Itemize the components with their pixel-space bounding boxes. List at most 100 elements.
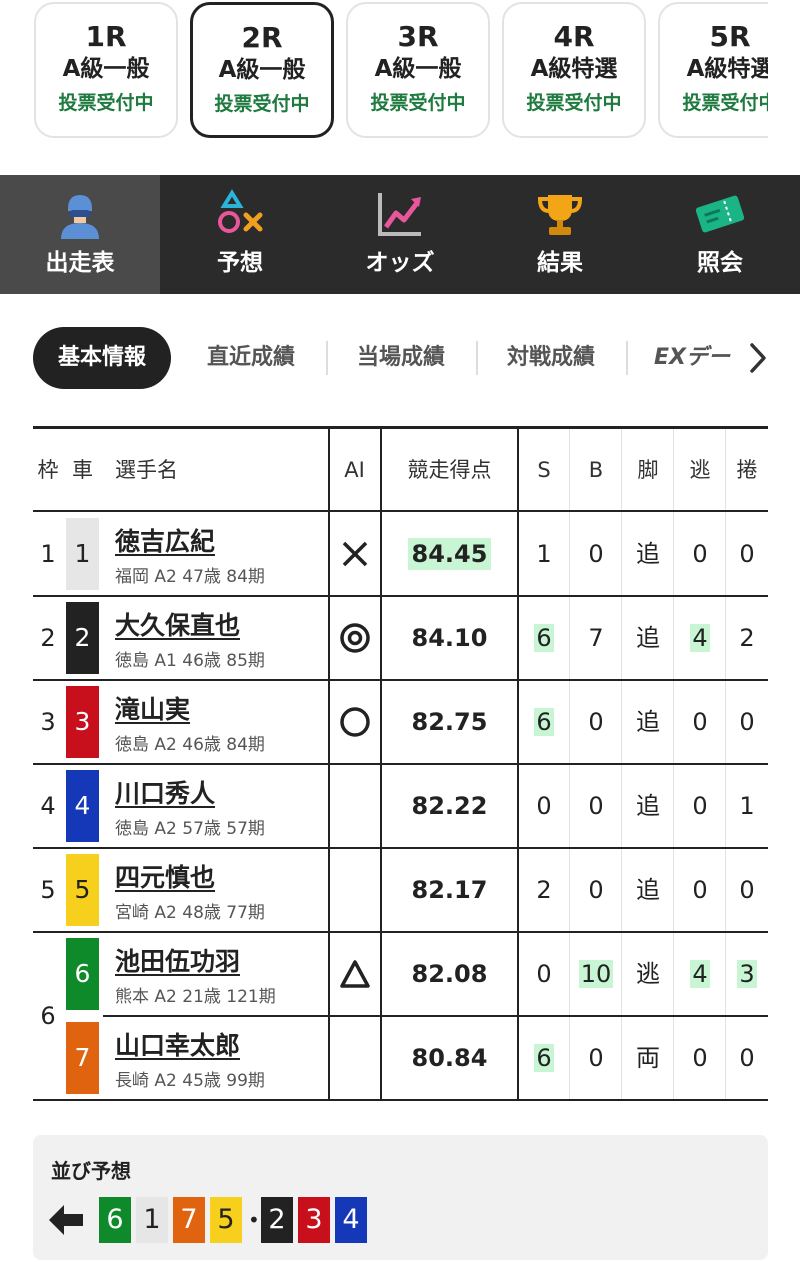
race-status: 投票受付中: [682, 92, 768, 114]
racer-info: 徳島 A2 46歳 84期: [115, 735, 265, 755]
race-grade: A級特選: [530, 56, 618, 82]
stat-nige-value: 0: [692, 792, 708, 820]
leg-type: 逃: [622, 932, 674, 1016]
stat-makuri-value: 2: [739, 624, 755, 652]
header-makuri: 捲: [736, 458, 758, 482]
leg-type: 両: [622, 1016, 674, 1100]
header-car: 車: [72, 458, 93, 482]
stat-b-value: 0: [588, 876, 604, 904]
race-grade: A級一般: [218, 57, 306, 83]
line-prediction-title: 並び予想: [51, 1159, 131, 1183]
racer-name-link[interactable]: 滝山実: [115, 690, 190, 726]
line-car-chip: 5: [210, 1197, 242, 1243]
stat-makuri-value: 0: [739, 1044, 755, 1072]
race-score-value: 80.84: [411, 1044, 488, 1072]
stat-makuri: 2: [726, 596, 768, 680]
stat-nige: 0: [674, 512, 726, 596]
ai-circle-icon: [339, 707, 370, 737]
ai-mark: [329, 706, 380, 742]
race-grade: A級特選: [686, 56, 768, 82]
stat-s: 6: [518, 596, 570, 680]
race-number: 5R: [709, 20, 751, 53]
subtab-divider: [326, 341, 328, 375]
subtab-0[interactable]: 基本情報: [33, 327, 171, 389]
race-tab-2r[interactable]: 2R A級一般 投票受付中: [190, 2, 334, 138]
nav-tab-label: 予想: [217, 250, 263, 276]
racer-name-link[interactable]: 徳吉広紀: [115, 522, 215, 558]
race-number: 4R: [553, 20, 595, 53]
header-nige: 逃: [689, 458, 711, 482]
subtab-divider: [626, 341, 628, 375]
stat-makuri-value: 1: [739, 792, 755, 820]
line-car-chip: 3: [298, 1197, 330, 1243]
stat-b: 0: [570, 848, 622, 932]
race-score-value: 84.45: [407, 538, 492, 570]
trophy-icon: [537, 195, 583, 235]
racer-name-link[interactable]: 山口幸太郎: [115, 1026, 240, 1062]
racer-info: 長崎 A2 45歳 99期: [115, 1071, 265, 1091]
car-number-badge: 3: [66, 686, 99, 758]
subtab-2[interactable]: 当場成績: [336, 327, 466, 389]
nav-tab-0[interactable]: 出走表: [0, 175, 160, 294]
stat-nige: 4: [674, 932, 726, 1016]
stat-b: 0: [570, 764, 622, 848]
nav-tab-label: 照会: [697, 250, 743, 276]
racer-name-link[interactable]: 四元慎也: [115, 858, 215, 894]
race-score: 82.08: [381, 932, 518, 1016]
leg-type: 追: [622, 512, 674, 596]
race-score-value: 82.75: [411, 708, 488, 736]
race-tab-5r[interactable]: 5R A級特選投票受付中: [658, 2, 768, 138]
chevron-right-icon[interactable]: [748, 341, 768, 375]
stat-nige-value: 4: [690, 960, 710, 988]
race-tab-1r[interactable]: 1R A級一般 投票受付中: [34, 2, 178, 138]
nav-tab-4[interactable]: 照会: [640, 175, 800, 294]
racer-info: 熊本 A2 21歳 121期: [115, 987, 276, 1007]
leg-type: 追: [622, 680, 674, 764]
nav-tab-2[interactable]: オッズ: [320, 175, 480, 294]
race-score-value: 84.10: [411, 624, 488, 652]
race-status: 投票受付中: [214, 93, 310, 115]
stat-makuri-value: 0: [739, 708, 755, 736]
line-separator: •: [248, 1208, 260, 1232]
leg-type: 追: [622, 848, 674, 932]
racer-name-link[interactable]: 川口秀人: [115, 774, 215, 810]
car-number-badge: 4: [66, 770, 99, 842]
header-s: S: [537, 458, 551, 482]
stat-s: 2: [518, 848, 570, 932]
leg-type-value: 逃: [636, 960, 660, 988]
stat-s-value: 0: [536, 960, 552, 988]
racer-name-link[interactable]: 池田伍功羽: [115, 942, 240, 978]
leg-type: 追: [622, 764, 674, 848]
race-status: 投票受付中: [526, 92, 622, 114]
subtab-3[interactable]: 対戦成績: [486, 327, 616, 389]
stat-b: 0: [570, 1016, 622, 1100]
stat-s-value: 6: [534, 624, 554, 652]
stat-s-value: 6: [534, 708, 554, 736]
race-tab-3r[interactable]: 3R A級一般 投票受付中: [346, 2, 490, 138]
racer-info: 徳島 A2 57歳 57期: [115, 819, 265, 839]
arrow-left-icon: [49, 1205, 83, 1235]
race-score: 82.75: [381, 680, 518, 764]
racer-info: 福岡 A2 47歳 84期: [115, 567, 265, 587]
ai-double-circle-icon: [339, 623, 370, 653]
header-score: 競走得点: [407, 458, 492, 482]
racer-name-link[interactable]: 大久保直也: [115, 606, 240, 642]
stat-nige: 4: [674, 596, 726, 680]
leg-type-value: 追: [636, 540, 660, 568]
race-score: 84.45: [381, 512, 518, 596]
leg-type-value: 両: [636, 1044, 660, 1072]
leg-type-value: 追: [636, 876, 660, 904]
racer-icon: [61, 195, 99, 239]
subtab-4[interactable]: EXデー: [640, 327, 744, 389]
leg-type-value: 追: [636, 708, 660, 736]
stat-nige: 0: [674, 764, 726, 848]
nav-tab-1[interactable]: 予想: [160, 175, 320, 294]
racer-info: 宮崎 A2 48歳 77期: [115, 903, 265, 923]
ticket-icon: [695, 195, 745, 233]
stat-s: 1: [518, 512, 570, 596]
subtab-1[interactable]: 直近成績: [186, 327, 316, 389]
ai-mark: [329, 622, 380, 658]
race-status: 投票受付中: [370, 92, 466, 114]
race-tab-4r[interactable]: 4R A級特選投票受付中: [502, 2, 646, 138]
nav-tab-3[interactable]: 結果: [480, 175, 640, 294]
